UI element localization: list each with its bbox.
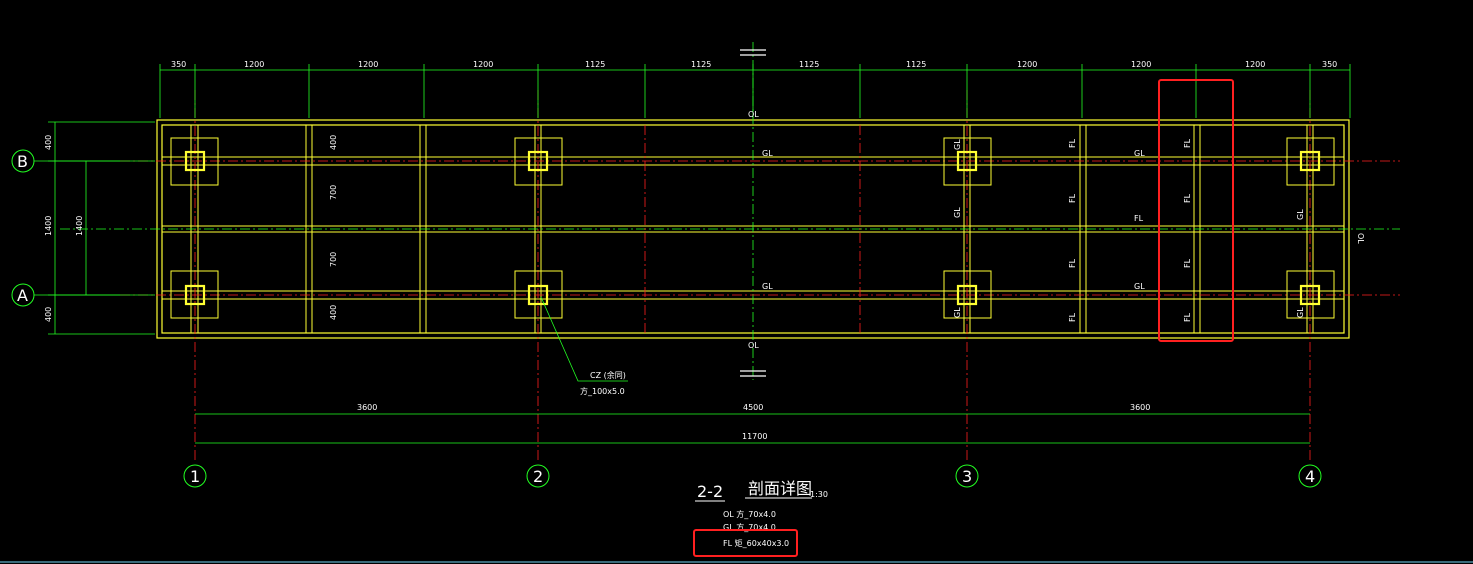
label-fl-v7: FL [1183,258,1192,268]
label-gl-v4: GL [1296,209,1305,220]
grid-label-4: 4 [1305,467,1315,486]
left-dim-mid: 1400 [44,216,53,236]
label-gl-v3: GL [953,307,962,318]
label-fl-v1: FL [1068,138,1077,148]
grid-label-1: 1 [190,467,200,486]
drawing-title: 2-2 剖面详图 1:30 [695,479,828,502]
inner-dim-2: 700 [329,185,338,200]
top-dimension-texts: 350 1200 1200 1200 1125 1125 1125 1125 1… [171,60,1337,69]
columns [184,150,1321,306]
top-dim-2: 1200 [244,60,264,69]
center-lines-green [60,42,1400,380]
inner-dimension-texts: 400 700 700 400 [329,135,338,320]
top-dim-3: 1200 [358,60,378,69]
left-dim-top: 400 [44,135,53,150]
grid-bubble-b: B [11,149,120,173]
label-ol-bottom: OL [748,341,759,350]
label-fl-v2: FL [1068,193,1077,203]
grid-label-3: 3 [962,467,972,486]
left-dimension-texts: 400 1400 400 1400 [44,135,84,322]
label-fl-v3: FL [1068,258,1077,268]
top-dim-8: 1125 [906,60,926,69]
title-scale: 1:30 [810,490,828,499]
top-dim-11: 1200 [1245,60,1265,69]
cad-drawing-canvas[interactable]: 350 1200 1200 1200 1125 1125 1125 1125 1… [0,0,1473,564]
highlight-fl-bay [1158,79,1234,342]
grid-bubble-a: A [11,283,120,307]
inner-dim-1: 400 [329,135,338,150]
top-dim-7: 1125 [799,60,819,69]
label-gl-a: GL [762,282,773,291]
label-ol-right: OL [1356,233,1365,244]
bottom-dim-1: 3600 [357,403,377,412]
left-dim-bottom: 400 [44,307,53,322]
top-dim-1: 350 [171,60,186,69]
title-text: 剖面详图 [748,479,812,498]
column-note-line1: CZ (余同) [590,370,626,380]
label-gl-v2: GL [953,207,962,218]
top-dim-6: 1125 [691,60,711,69]
legend-fl: FL 矩_60x40x3.0 [723,538,789,548]
left-dimension-lines [48,121,155,335]
label-fl-v6: FL [1183,193,1192,203]
inner-dim-4: 400 [329,305,338,320]
label-fl-v4: FL [1068,312,1077,322]
label-fl-v8: FL [1183,312,1192,322]
label-gl-v1: GL [953,139,962,150]
legend: OL 方_70x4.0 GL 方_70x4.0 FL 矩_60x40x3.0 [723,509,789,548]
top-dim-5: 1125 [585,60,605,69]
label-gl-v5: GL [1296,307,1305,318]
bottom-dimension-texts: 3600 4500 3600 11700 [357,403,1150,441]
bottom-dim-3: 3600 [1130,403,1150,412]
column-note-line2: 方_100x5.0 [580,386,625,396]
grid-label-b: B [17,152,28,171]
label-ol-top: OL [748,110,759,119]
inner-dim-3: 700 [329,252,338,267]
member-labels: OL GL GL OL GL FL GL FL FL FL FL FL FL F… [748,110,1365,350]
label-gl-a-right: GL [1134,282,1145,291]
label-gl-b-right: GL [1134,149,1145,158]
top-dim-12: 350 [1322,60,1337,69]
bottom-dim-2: 4500 [743,403,763,412]
top-dim-4: 1200 [473,60,493,69]
grid-label-2: 2 [533,467,543,486]
label-gl-b: GL [762,149,773,158]
left-dim-inner: 1400 [75,216,84,236]
title-number: 2-2 [697,482,723,501]
grid-label-a: A [17,286,28,305]
legend-ol: OL 方_70x4.0 [723,509,776,519]
column-note: CZ (余同) 方_100x5.0 [540,296,628,396]
label-fl-mid: FL [1134,214,1144,223]
top-dim-9: 1200 [1017,60,1037,69]
top-dim-10: 1200 [1131,60,1151,69]
label-fl-v5: FL [1183,138,1192,148]
total-dim: 11700 [742,432,767,441]
